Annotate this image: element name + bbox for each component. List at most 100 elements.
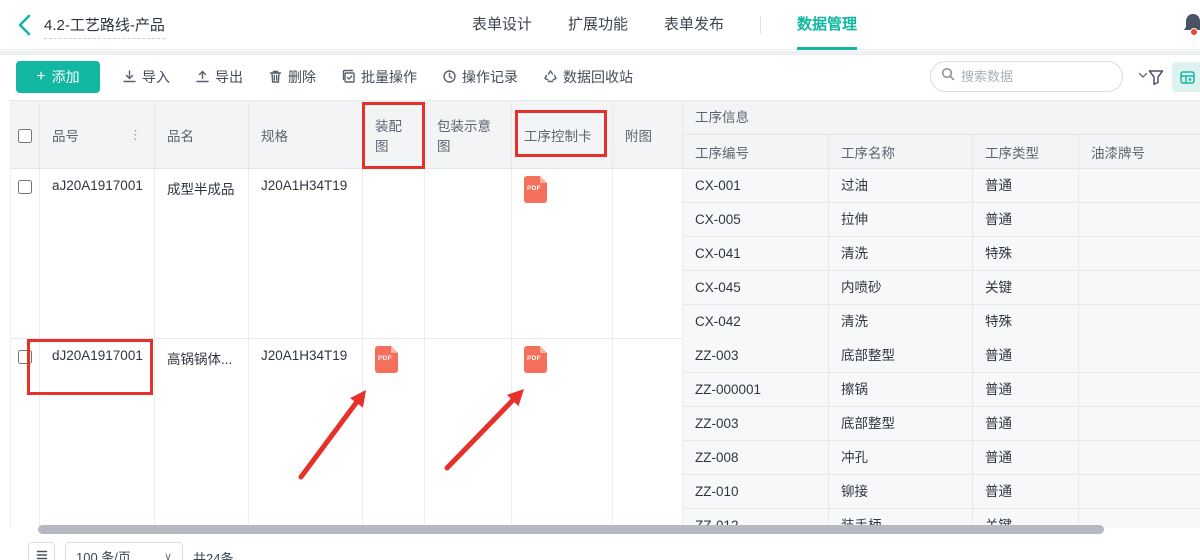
export-label: 导出 xyxy=(215,67,243,87)
column-header-process-name[interactable]: 工序名称 xyxy=(829,135,973,168)
cell-item-name: 高锅锅体... xyxy=(155,339,249,528)
process-cell: 清洗 xyxy=(829,237,973,270)
column-header-process-type[interactable]: 工序类型 xyxy=(973,135,1079,168)
column-header-paint-brand[interactable]: 油漆牌号 xyxy=(1079,135,1200,168)
process-cell: 清洗 xyxy=(829,305,973,339)
export-icon xyxy=(195,69,210,84)
delete-button[interactable]: 删除 xyxy=(268,67,316,87)
back-button[interactable] xyxy=(14,13,36,37)
column-header-assembly-drawing[interactable]: 装配图 xyxy=(363,101,425,168)
select-all-checkbox[interactable] xyxy=(18,129,32,143)
column-label: 品名 xyxy=(167,125,194,145)
process-sub-table: ZZ-003 底部整型 普通 ZZ-000001 擦锅 普通 ZZ-003 底部… xyxy=(683,339,1200,528)
list-view-button[interactable] xyxy=(28,542,55,560)
horizontal-scrollbar xyxy=(0,523,1200,535)
tab-extensions[interactable]: 扩展功能 xyxy=(568,0,628,50)
table-header: 品号⋮ 品名 规格 装配图 包装示意图 工序控制卡 附图 工序信息 工序编号 工… xyxy=(11,101,1200,169)
row-checkbox[interactable] xyxy=(18,180,32,194)
pdf-file-icon[interactable]: PDF xyxy=(524,346,547,373)
process-cell: 特殊 xyxy=(973,305,1079,339)
import-label: 导入 xyxy=(142,67,170,87)
process-row: CX-041 清洗 特殊 xyxy=(683,237,1200,271)
notification-badge xyxy=(1190,28,1198,36)
cell-process-card: PDF xyxy=(512,339,613,528)
process-row: ZZ-008 冲孔 普通 xyxy=(683,441,1200,475)
process-cell: CX-041 xyxy=(683,237,829,270)
form-title[interactable]: 4.2-工艺路线-产品 xyxy=(44,14,165,39)
cell-item-name: 成型半成品 xyxy=(155,169,249,338)
recycle-bin-button[interactable]: 数据回收站 xyxy=(543,67,633,87)
column-header-item-name[interactable]: 品名 xyxy=(155,101,249,168)
process-row: CX-005 拉伸 普通 xyxy=(683,203,1200,237)
process-cell: 过油 xyxy=(829,169,973,202)
table-row[interactable]: aJ20A1917001 成型半成品 J20A1H34T19 PDF CX-00… xyxy=(11,169,1200,339)
import-icon xyxy=(122,69,137,84)
recycle-bin-label: 数据回收站 xyxy=(563,67,633,87)
tab-data-management[interactable]: 数据管理 xyxy=(797,0,857,50)
batch-icon xyxy=(341,69,356,84)
pdf-file-icon[interactable]: PDF xyxy=(375,346,398,373)
column-header-item-no[interactable]: 品号⋮ xyxy=(40,101,155,168)
column-label: 工序名称 xyxy=(841,142,895,162)
process-cell xyxy=(1079,339,1200,372)
chevron-down-icon: ∨ xyxy=(164,550,172,560)
select-all-cell xyxy=(11,101,40,168)
cell-item-no: dJ20A1917001 xyxy=(40,339,155,528)
process-cell: 普通 xyxy=(973,441,1079,474)
pdf-label: PDF xyxy=(378,355,392,362)
process-cell: ZZ-008 xyxy=(683,441,829,474)
batch-operation-button[interactable]: 批量操作 xyxy=(341,67,417,87)
column-header-attachment[interactable]: 附图 xyxy=(613,101,683,168)
table-row[interactable]: dJ20A1917001 高锅锅体... J20A1H34T19 PDF PDF… xyxy=(11,339,1200,528)
search-box xyxy=(930,61,1123,92)
process-cell: ZZ-003 xyxy=(683,339,829,372)
total-count: 共24条 xyxy=(193,542,233,560)
process-cell: 拉伸 xyxy=(829,203,973,236)
process-cell xyxy=(1079,169,1200,202)
row-checkbox[interactable] xyxy=(18,350,32,364)
view-settings-button[interactable] xyxy=(1172,62,1200,92)
search-input[interactable] xyxy=(961,69,1137,84)
process-cell xyxy=(1079,475,1200,508)
process-row: CX-042 清洗 特殊 xyxy=(683,305,1200,339)
process-row: CX-045 内喷砂 关键 xyxy=(683,271,1200,305)
column-label: 油漆牌号 xyxy=(1091,142,1145,162)
cell-attachment xyxy=(613,339,683,528)
group-header-process-info[interactable]: 工序信息 xyxy=(683,101,1200,135)
export-button[interactable]: 导出 xyxy=(195,67,243,87)
column-header-package-diagram[interactable]: 包装示意图 xyxy=(425,101,512,168)
pdf-file-icon[interactable]: PDF xyxy=(524,176,547,203)
horizontal-scrollbar-thumb[interactable] xyxy=(38,525,1104,534)
cell-process-card: PDF xyxy=(512,169,613,338)
page-size-select[interactable]: 100 条/页 ∨ xyxy=(65,542,183,560)
add-button[interactable]: + 添加 xyxy=(16,61,100,93)
cell-attachment xyxy=(613,169,683,338)
process-row: CX-001 过油 普通 xyxy=(683,169,1200,203)
column-header-process-code[interactable]: 工序编号 xyxy=(683,135,829,168)
process-cell xyxy=(1079,203,1200,236)
tab-form-publish[interactable]: 表单发布 xyxy=(664,0,724,50)
import-button[interactable]: 导入 xyxy=(122,67,170,87)
data-toolbar: + 添加 导入 导出 删除 批量操作 操作记录 xyxy=(0,55,1200,98)
process-cell: CX-042 xyxy=(683,305,829,339)
tab-form-design[interactable]: 表单设计 xyxy=(472,0,532,50)
delete-label: 删除 xyxy=(288,67,316,87)
notification-bell-icon[interactable] xyxy=(1179,11,1200,39)
cell-spec: J20A1H34T19 xyxy=(249,339,363,528)
filter-icon[interactable] xyxy=(1142,63,1170,91)
operation-log-button[interactable]: 操作记录 xyxy=(442,67,518,87)
process-row: ZZ-003 底部整型 普通 xyxy=(683,407,1200,441)
process-cell: CX-045 xyxy=(683,271,829,304)
column-header-process-card[interactable]: 工序控制卡 xyxy=(512,101,613,168)
tab-divider xyxy=(760,16,761,34)
column-label: 装配图 xyxy=(375,115,412,155)
cell-item-no: aJ20A1917001 xyxy=(40,169,155,338)
operation-log-label: 操作记录 xyxy=(462,67,518,87)
column-label: 规格 xyxy=(261,125,288,145)
column-header-spec[interactable]: 规格 xyxy=(249,101,363,168)
column-menu-icon[interactable]: ⋮ xyxy=(129,127,142,143)
process-cell: 普通 xyxy=(973,169,1079,202)
column-label: 工序类型 xyxy=(985,142,1039,162)
cell-assembly-drawing: PDF xyxy=(363,339,425,528)
process-cell: ZZ-010 xyxy=(683,475,829,508)
